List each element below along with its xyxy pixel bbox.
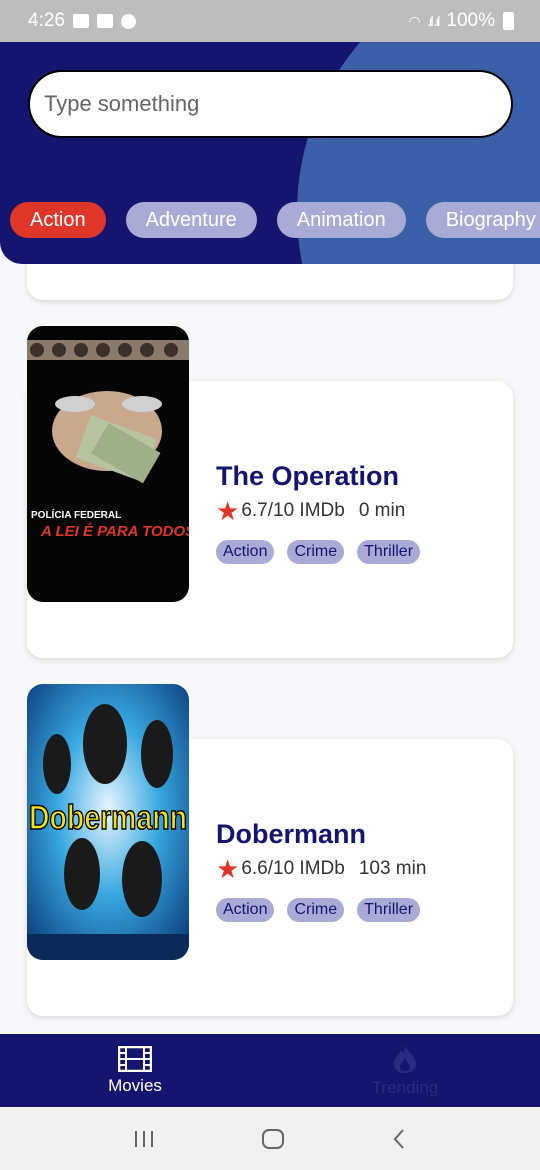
- nav-trending[interactable]: Trending: [270, 1034, 540, 1107]
- system-nav-bar: [0, 1107, 540, 1170]
- wifi-icon: ◠: [408, 12, 421, 29]
- movie-poster[interactable]: POLÍCIA FEDERAL A LEI É PARA TODOS: [27, 326, 189, 602]
- genre-chips: Action Adventure Animation Biography: [10, 202, 540, 238]
- battery-icon: [503, 12, 514, 30]
- messenger-icon: [120, 13, 136, 29]
- star-icon: ★: [216, 496, 240, 526]
- poster-text-2: A LEI É PARA TODOS: [40, 523, 189, 540]
- movie-item[interactable]: Dobermann Dobermann ★ 6.6/10 IMDb 103 mi…: [27, 684, 513, 1016]
- movie-tag: Action: [216, 898, 275, 922]
- nav-movies-label: Movies: [108, 1075, 162, 1095]
- film-icon: [118, 1045, 152, 1072]
- nav-trending-label: Trending: [371, 1077, 439, 1097]
- movie-item[interactable]: POLÍCIA FEDERAL A LEI É PARA TODOS The O…: [27, 326, 513, 658]
- video-icon: [96, 14, 113, 28]
- movie-tag: Crime: [287, 540, 345, 564]
- movie-info: The Operation ★ 6.7/10 IMDb 0 min Action…: [216, 461, 421, 564]
- movie-tags: Action Crime Thriller: [216, 540, 421, 564]
- poster-text-1: POLÍCIA FEDERAL: [31, 508, 121, 521]
- movie-card-partial[interactable]: [27, 264, 513, 300]
- movie-title: Dobermann: [216, 819, 367, 849]
- bottom-nav: Movies Trending: [0, 1034, 540, 1107]
- gallery-icon: [72, 14, 89, 28]
- genre-chip-animation[interactable]: Animation: [276, 202, 406, 238]
- movie-runtime: 103 min: [358, 858, 427, 879]
- movie-poster[interactable]: Dobermann: [27, 684, 189, 960]
- movie-tag: Action: [216, 540, 275, 564]
- genre-chip-action[interactable]: Action: [10, 202, 106, 238]
- movie-tag: Thriller: [357, 898, 421, 922]
- home-icon[interactable]: [261, 1128, 285, 1150]
- movie-tag: Crime: [287, 898, 345, 922]
- poster-title-text: Dobermann: [29, 799, 187, 837]
- star-icon: ★: [216, 854, 240, 884]
- movie-tags: Action Crime Thriller: [216, 898, 426, 922]
- search-box[interactable]: [28, 70, 513, 138]
- battery-percent: 100%: [446, 10, 495, 31]
- status-bar: 4:26 ◠ .ıl .ıl 100%: [0, 0, 540, 42]
- rating-row: ★ 6.6/10 IMDb 103 min: [216, 856, 426, 882]
- movie-title: The Operation: [216, 461, 400, 491]
- recent-apps-icon[interactable]: [133, 1129, 155, 1149]
- back-icon[interactable]: [391, 1128, 407, 1150]
- header: Action Adventure Animation Biography: [0, 42, 540, 264]
- status-time: 4:26: [28, 10, 65, 31]
- movie-runtime: 0 min: [358, 500, 406, 521]
- genre-chip-biography[interactable]: Biography: [425, 202, 540, 238]
- movie-rating: 6.7/10 IMDb: [241, 500, 345, 521]
- movie-list[interactable]: POLÍCIA FEDERAL A LEI É PARA TODOS The O…: [0, 264, 540, 1034]
- movie-tag: Thriller: [357, 540, 421, 564]
- genre-chip-adventure[interactable]: Adventure: [125, 202, 257, 238]
- movie-rating: 6.6/10 IMDb: [241, 858, 345, 879]
- movie-info: Dobermann ★ 6.6/10 IMDb 103 min Action C…: [216, 819, 426, 922]
- signal-icon: .ıl .ıl: [426, 13, 441, 29]
- search-input[interactable]: [44, 91, 511, 117]
- nav-movies[interactable]: Movies: [0, 1034, 270, 1107]
- rating-row: ★ 6.7/10 IMDb 0 min: [216, 498, 420, 524]
- flame-icon: [394, 1044, 416, 1073]
